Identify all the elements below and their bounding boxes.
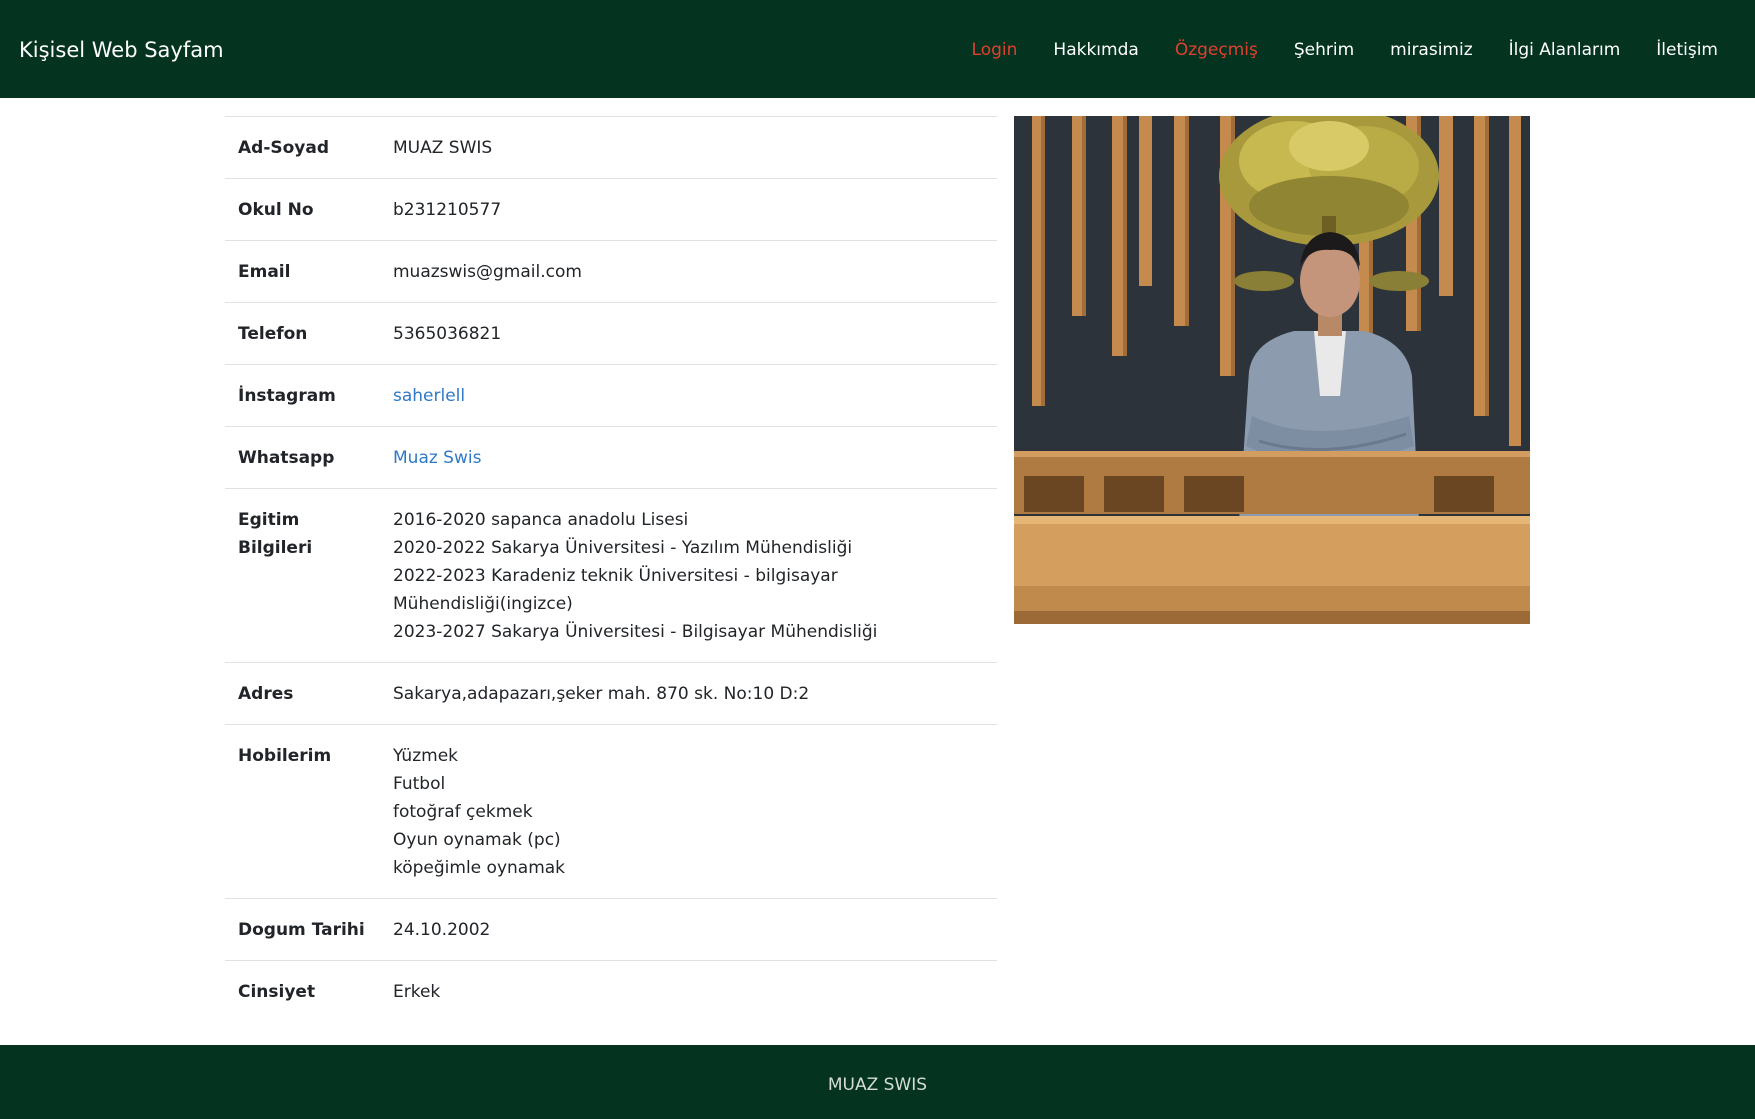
row-label-hobbies: Hobilerim — [238, 746, 332, 766]
table-row: İnstagram saherlell — [225, 364, 997, 427]
nav-menu: Login Hakkımda Özgeçmiş Şehrim mirasimiz… — [954, 38, 1718, 62]
nav-item-ozgecmis[interactable]: Özgeçmiş — [1157, 38, 1276, 62]
row-value-birthdate: 24.10.2002 — [393, 920, 491, 940]
table-row: Dogum Tarihi 24.10.2002 — [225, 898, 997, 961]
site-brand[interactable]: Kişisel Web Sayfam — [19, 35, 224, 65]
row-value-email: muazswis@gmail.com — [393, 262, 582, 282]
nav-item-iletisim[interactable]: İletişim — [1638, 38, 1718, 62]
row-label-name: Ad-Soyad — [238, 138, 330, 158]
instagram-link[interactable]: saherlell — [393, 386, 465, 406]
page-footer: MUAZ SWIS — [0, 1045, 1755, 1119]
row-value-gender: Erkek — [393, 982, 441, 1002]
nav-item-sehrim[interactable]: Şehrim — [1276, 38, 1372, 62]
row-value-school-no: b231210577 — [393, 200, 502, 220]
education-item: 2022-2023 Karadeniz teknik Üniversitesi … — [393, 566, 838, 586]
hobby-item: köpeğimle oynamak — [393, 858, 566, 878]
row-label-birthdate: Dogum Tarihi — [238, 920, 365, 940]
row-label-education: Egitim Bilgileri — [225, 489, 380, 663]
nav-item-login[interactable]: Login — [954, 38, 1036, 62]
nav-item-ilgi-alanlarim[interactable]: İlgi Alanlarım — [1491, 38, 1639, 62]
row-value-name: MUAZ SWIS — [393, 138, 493, 158]
row-label-email: Email — [238, 262, 291, 282]
table-row: Telefon 5365036821 — [225, 302, 997, 365]
profile-photo — [1014, 116, 1530, 624]
row-label-whatsapp: Whatsapp — [238, 448, 335, 468]
row-label-phone: Telefon — [238, 324, 308, 344]
table-row: Adres Sakarya,adapazarı,şeker mah. 870 s… — [225, 662, 997, 725]
hobby-item: fotoğraf çekmek — [393, 802, 533, 822]
table-row: Whatsapp Muaz Swis — [225, 426, 997, 489]
nav-item-mirasimiz[interactable]: mirasimiz — [1372, 38, 1490, 62]
hobby-item: Oyun oynamak (pc) — [393, 830, 561, 850]
education-label-line-2: Bilgileri — [238, 538, 313, 558]
education-item: Mühendisliği(ingizce) — [393, 594, 573, 614]
row-value-hobbies: Yüzmek Futbol fotoğraf çekmek Oyun oynam… — [380, 725, 997, 899]
hobby-item: Futbol — [393, 774, 446, 794]
profile-table: Ad-Soyad MUAZ SWIS Okul No b231210577 Em… — [225, 116, 997, 1022]
table-row: Email muazswis@gmail.com — [225, 240, 997, 303]
education-item: 2020-2022 Sakarya Üniversitesi - Yazılım… — [393, 538, 853, 558]
profile-photo-illustration — [1014, 116, 1530, 624]
footer-text: MUAZ SWIS — [827, 1075, 928, 1095]
table-row: Egitim Bilgileri 2016-2020 sapanca anado… — [225, 488, 997, 663]
education-item: 2016-2020 sapanca anadolu Lisesi — [393, 510, 689, 530]
top-navbar: Kişisel Web Sayfam Login Hakkımda Özgeçm… — [0, 0, 1755, 98]
row-value-whatsapp-cell: Muaz Swis — [380, 427, 997, 489]
row-value-instagram-cell: saherlell — [380, 365, 997, 427]
row-value-education: 2016-2020 sapanca anadolu Lisesi 2020-20… — [380, 489, 997, 663]
table-row: Ad-Soyad MUAZ SWIS — [225, 116, 997, 179]
row-label-gender: Cinsiyet — [238, 982, 316, 1002]
education-item: 2023-2027 Sakarya Üniversitesi - Bilgisa… — [393, 622, 878, 642]
row-value-address: Sakarya,adapazarı,şeker mah. 870 sk. No:… — [393, 684, 810, 704]
row-value-phone: 5365036821 — [393, 324, 502, 344]
table-row: Cinsiyet Erkek — [225, 960, 997, 1023]
nav-item-hakkimda[interactable]: Hakkımda — [1035, 38, 1156, 62]
row-label-address: Adres — [238, 684, 294, 704]
row-label-school-no: Okul No — [238, 200, 314, 220]
table-row: Hobilerim Yüzmek Futbol fotoğraf çekmek … — [225, 724, 997, 899]
hobby-item: Yüzmek — [393, 746, 458, 766]
education-label-line-1: Egitim — [238, 510, 300, 530]
whatsapp-link[interactable]: Muaz Swis — [393, 448, 481, 468]
row-label-instagram: İnstagram — [238, 386, 336, 406]
table-row: Okul No b231210577 — [225, 178, 997, 241]
